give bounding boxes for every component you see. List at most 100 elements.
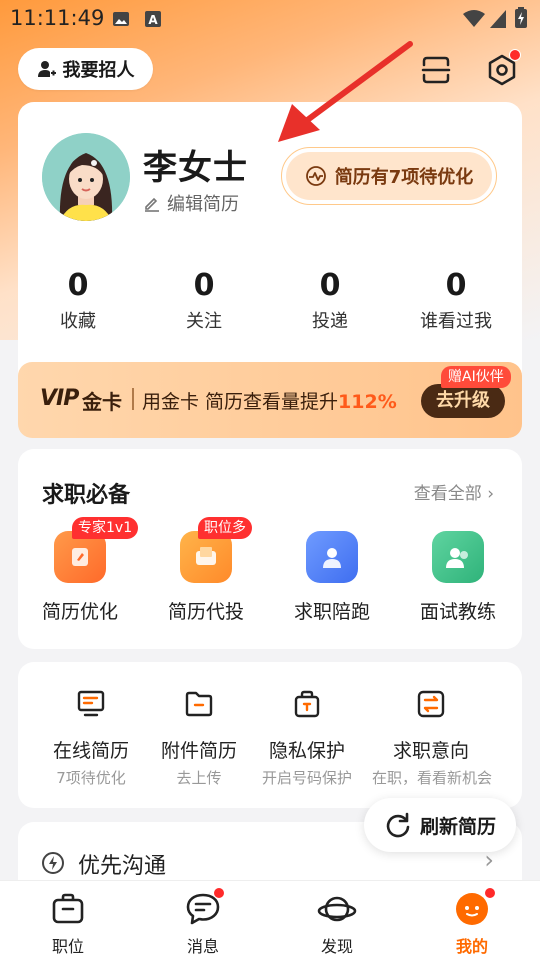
nav-jobs[interactable]: 职位 (28, 889, 108, 957)
settings-notification-dot (509, 49, 521, 61)
service-label: 求职陪跑 (293, 601, 370, 623)
envelope-icon: 职位多 (180, 517, 252, 583)
vip-card-label: 金卡 (82, 390, 122, 414)
nav-label: 消息 (186, 937, 219, 956)
stat-applications[interactable]: 0 投递 (270, 268, 390, 333)
nav-label: 我的 (455, 937, 488, 956)
swap-icon (413, 686, 449, 722)
vip-promo-label: 用金卡 简历查看量提升 (142, 391, 339, 413)
messages-notification-dot (213, 887, 225, 899)
gallery-icon (113, 12, 129, 26)
interview-icon (432, 531, 484, 583)
stat-following[interactable]: 0 关注 (138, 268, 270, 333)
job-essentials-card: 求职必备 查看全部 › 专家1v1 简历优化 职位多 简历代投 求职陪跑 面试教… (18, 449, 522, 649)
signal-icon (490, 10, 506, 28)
tool-job-intention[interactable]: 求职意向 在职，看看新机会 (372, 686, 493, 788)
lock-icon (289, 686, 325, 722)
chat-icon (183, 887, 225, 929)
service-resume-delivery[interactable]: 职位多 简历代投 (156, 517, 256, 624)
service-badge: 职位多 (198, 517, 252, 539)
vip-divider (132, 388, 134, 410)
service-resume-optimize[interactable]: 专家1v1 简历优化 (30, 517, 139, 624)
service-badge: 专家1v1 (72, 517, 139, 539)
status-bar: 11:11:49 A (0, 0, 540, 38)
tool-subtitle: 在职，看看新机会 (372, 769, 493, 787)
annotation-arrow (278, 41, 413, 142)
briefcase-icon (48, 889, 88, 929)
service-interview-coach[interactable]: 面试教练 (408, 531, 508, 624)
vip-logo: VIP (40, 386, 79, 411)
status-time: 11:11:49 (10, 6, 105, 30)
avatar-illustration (42, 133, 130, 221)
avatar[interactable] (42, 133, 130, 221)
priority-title: 优先沟通 (78, 854, 167, 879)
see-all-label: 查看全部 (413, 484, 482, 504)
vip-promo-text: 用金卡 简历查看量提升112% (142, 387, 397, 414)
job-essentials-title: 求职必备 (42, 483, 131, 508)
vip-promo-highlight: 112% (338, 391, 397, 413)
resume-tools-card: 在线简历 7项待优化 附件简历 去上传 隐私保护 开启号码保护 求职意向 在职，… (18, 662, 522, 808)
user-name: 李女士 (143, 148, 248, 188)
tool-subtitle: 开启号码保护 (261, 769, 352, 787)
vip-gift-badge: 赠AI伙伴 (441, 366, 511, 388)
recruit-button[interactable]: 我要招人 (18, 48, 153, 90)
stat-label: 谁看过我 (420, 311, 492, 332)
tool-title: 在线简历 (52, 740, 129, 762)
wifi-icon (463, 10, 485, 27)
nav-label: 发现 (320, 937, 353, 956)
service-job-coaching[interactable]: 求职陪跑 (282, 531, 382, 624)
planet-icon (317, 889, 357, 929)
stat-label: 关注 (186, 311, 222, 332)
svg-text:A: A (148, 13, 158, 27)
add-user-icon (37, 61, 56, 77)
recruit-label: 我要招人 (62, 60, 135, 81)
folder-icon (181, 686, 217, 722)
refresh-icon (386, 812, 410, 838)
service-label: 简历优化 (41, 601, 118, 623)
tool-title: 附件简历 (160, 740, 237, 762)
stat-value: 0 (193, 268, 215, 303)
vip-banner[interactable]: VIP 金卡 用金卡 简历查看量提升112% 去升级 赠AI伙伴 (18, 362, 522, 438)
see-all-link[interactable]: 查看全部 › (414, 479, 494, 504)
bottom-nav: 职位 消息 发现 我的 (0, 880, 540, 961)
tool-privacy-protection[interactable]: 隐私保护 开启号码保护 (248, 686, 366, 788)
stat-viewers[interactable]: 0 谁看过我 (390, 268, 522, 333)
lightning-icon (42, 852, 64, 874)
nav-label: 职位 (51, 937, 84, 956)
scan-icon[interactable] (418, 52, 454, 88)
edit-resume-label: 编辑简历 (167, 194, 239, 215)
resume-optimize-label: 简历有7项待优化 (334, 167, 474, 188)
vip-upgrade-button[interactable]: 去升级 (421, 384, 505, 418)
chevron-right-icon: › (487, 484, 494, 504)
tool-title: 隐私保护 (268, 740, 345, 762)
refresh-label: 刷新简历 (419, 815, 496, 838)
battery-icon (515, 7, 527, 28)
profile-icon (452, 887, 496, 929)
tool-online-resume[interactable]: 在线简历 7项待优化 (32, 686, 150, 788)
stat-value: 0 (67, 268, 89, 303)
refresh-resume-button[interactable]: 刷新简历 (364, 798, 516, 852)
stat-label: 收藏 (60, 311, 96, 332)
pencil-icon (145, 197, 159, 212)
nav-messages[interactable]: 消息 (163, 887, 243, 957)
monitor-icon (73, 686, 109, 722)
mentor-icon (306, 531, 358, 583)
stat-value: 0 (319, 268, 341, 303)
resume-optimize-button[interactable]: 简历有7项待优化 (281, 147, 497, 205)
stats-row: 0 收藏 0 关注 0 投递 0 谁看过我 (18, 268, 522, 333)
pulse-icon (305, 166, 326, 186)
nav-discover[interactable]: 发现 (297, 889, 377, 957)
service-label: 简历代投 (167, 601, 244, 623)
edit-resume-link[interactable]: 编辑简历 (143, 190, 239, 216)
service-label: 面试教练 (419, 601, 496, 623)
stat-value: 0 (445, 268, 467, 303)
tool-attachment-resume[interactable]: 附件简历 去上传 (140, 686, 258, 788)
stat-favorites[interactable]: 0 收藏 (18, 268, 138, 333)
profile-notification-dot (484, 887, 496, 899)
app-notification-icon: A (145, 11, 161, 27)
nav-profile[interactable]: 我的 (432, 887, 512, 957)
resume-edit-icon: 专家1v1 (54, 517, 139, 583)
tool-title: 求职意向 (392, 740, 469, 762)
tool-subtitle: 去上传 (176, 769, 222, 787)
tool-subtitle: 7项待优化 (56, 769, 126, 787)
